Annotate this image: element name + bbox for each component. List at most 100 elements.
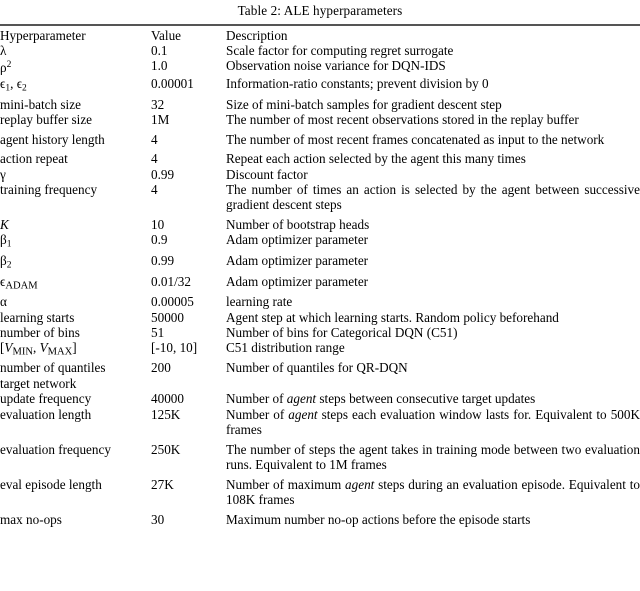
table-row: K 10 Number of bootstrap heads [0,213,640,233]
row-description: Information-ratio constants; prevent div… [226,75,489,91]
row-value: 4 [151,151,158,167]
table-row: target network update frequency 40000 Numbe… [0,376,640,407]
row-hyperparameter: number of quantiles [0,360,106,376]
row-description: Adam optimizer parameter [226,274,369,290]
row-description: Number of quantiles for QR-DQN [226,360,408,376]
row-hyperparameter: eval episode length [0,476,102,492]
row-hyperparameter: evaluation frequency [0,441,111,457]
row-description: Scale factor for computing regret surrog… [226,43,454,58]
row-description: The number of steps the agent takes in t… [226,441,640,472]
column-header-value: Value [151,27,182,43]
table-row: β1 0.9 Adam optimizer parameter [0,232,640,253]
row-value: 0.99 [151,166,175,182]
table-row: ϵADAM 0.01/32 Adam optimizer parameter [0,274,640,294]
row-description: Size of mini-batch samples for gradient … [226,96,502,112]
table-header-row: Hyperparameter Value Description [0,28,640,43]
row-hyperparameter: ϵ1, ϵ2 [0,75,27,94]
row-hyperparameter: replay buffer size [0,112,93,128]
table-row: training frequency 4 The number of times a… [0,182,640,213]
row-description: Repeat each action selected by the agent… [226,151,526,167]
row-value: 200 [151,360,171,376]
row-hyperparameter: target network update frequency [0,375,92,407]
table-row: replay buffer size 1M The number of most r… [0,112,640,127]
row-value: 4 [151,182,158,198]
table-row: mini-batch size 32 Size of mini-batch samp… [0,97,640,112]
row-hyperparameter: mini-batch size [0,96,81,112]
table-row: α 0.00005 learning rate [0,294,640,309]
table-row: ρ2 1.0 Observation noise variance for DQN-… [0,58,640,75]
row-description: Number of agent steps between consecutiv… [226,391,536,407]
table-row: learning starts 50000 Agent step at which … [0,310,640,325]
table-caption: Table 2: ALE hyperparameters [237,3,403,18]
row-description: Adam optimizer parameter [226,232,369,248]
table-row: γ 0.99 Discount factor [0,167,640,182]
row-value: 32 [151,96,165,112]
row-description: Agent step at which learning starts. Ran… [226,309,559,325]
row-description: Number of bins for Categorical DQN (C51) [226,324,458,340]
table-row: number of bins 51 Number of bins for Categ… [0,325,640,340]
column-header-hyperparameter: Hyperparameter [0,27,86,43]
row-hyperparameter: γ [0,166,6,182]
table-row: max no-ops 30 Maximum number no-op actions… [0,507,640,527]
row-value: 1.0 [151,58,168,74]
row-value: 4 [151,131,158,147]
column-header-description: Description [226,27,288,43]
hyperparameter-table: Hyperparameter Value Description λ 0.1 Sca… [0,28,640,527]
row-hyperparameter: training frequency [0,182,98,198]
row-value: 0.1 [151,43,168,58]
row-hyperparameter: β1 [0,232,12,250]
row-value: 0.01/32 [151,274,191,290]
table-row: ϵ1, ϵ2 0.00001 Information-ratio constants… [0,76,640,97]
row-hyperparameter: learning starts [0,309,75,325]
table-top-rule [0,24,640,26]
row-value: 30 [151,511,165,527]
row-description: Observation noise variance for DQN-IDS [226,58,446,74]
row-description: Number of agent steps each evaluation wi… [226,406,640,437]
row-hyperparameter: number of bins [0,324,80,340]
row-description: Adam optimizer parameter [226,253,369,269]
table-row: evaluation length 125K Number of agent ste… [0,407,640,438]
row-value: 250K [151,441,181,457]
row-description: Number of maximum agent steps during an … [226,476,640,507]
table-row: [VMIN, VMAX] [-10, 10] C51 distribution ra… [0,340,640,360]
table-row: number of quantiles 200 Number of quantile… [0,360,640,375]
table-row: λ 0.1 Scale factor for computing regret su… [0,43,640,58]
table-row: eval episode length 27K Number of maximum … [0,472,640,507]
row-value: 0.00005 [151,294,194,310]
row-hyperparameter: evaluation length [0,406,92,422]
row-description: The number of most recent observations s… [226,112,579,128]
table-body: λ 0.1 Scale factor for computing regret su… [0,43,640,527]
table-row: evaluation frequency 250K The number of st… [0,437,640,472]
row-description: Number of bootstrap heads [226,217,370,233]
table-page: Table 2: ALE hyperparameters Hyperparame… [0,0,640,591]
row-hyperparameter: λ [0,43,7,58]
row-description: The number of times an action is selecte… [226,182,640,213]
row-hyperparameter: [VMIN, VMAX] [0,340,77,358]
row-description: learning rate [226,294,293,310]
row-value: 51 [151,324,165,340]
row-value: 50000 [151,309,184,325]
row-hyperparameter: β2 [0,253,12,271]
row-hyperparameter: agent history length [0,131,105,147]
row-value: 0.99 [151,253,175,269]
table-row: action repeat 4 Repeat each action selecte… [0,147,640,167]
row-value: 10 [151,217,165,233]
row-hyperparameter: α [0,294,7,310]
row-description: C51 distribution range [226,340,345,356]
row-description: The number of most recent frames concate… [226,131,605,147]
row-description: Maximum number no-op actions before the … [226,511,531,527]
row-value: 27K [151,476,174,492]
row-value: 0.9 [151,232,168,248]
row-value: 0.00001 [151,75,194,91]
row-hyperparameter: max no-ops [0,511,62,527]
row-value: [-10, 10] [151,340,198,356]
row-value: 1M [151,112,170,128]
table-row: β2 0.99 Adam optimizer parameter [0,253,640,274]
row-hyperparameter: action repeat [0,151,68,167]
table-row: agent history length 4 The number of most … [0,127,640,147]
row-hyperparameter: ϵADAM [0,274,38,292]
table-header: Hyperparameter Value Description [0,28,640,43]
row-value: 40000 [151,391,184,407]
row-hyperparameter: ρ2 [0,60,12,76]
row-hyperparameter: K [0,217,9,233]
